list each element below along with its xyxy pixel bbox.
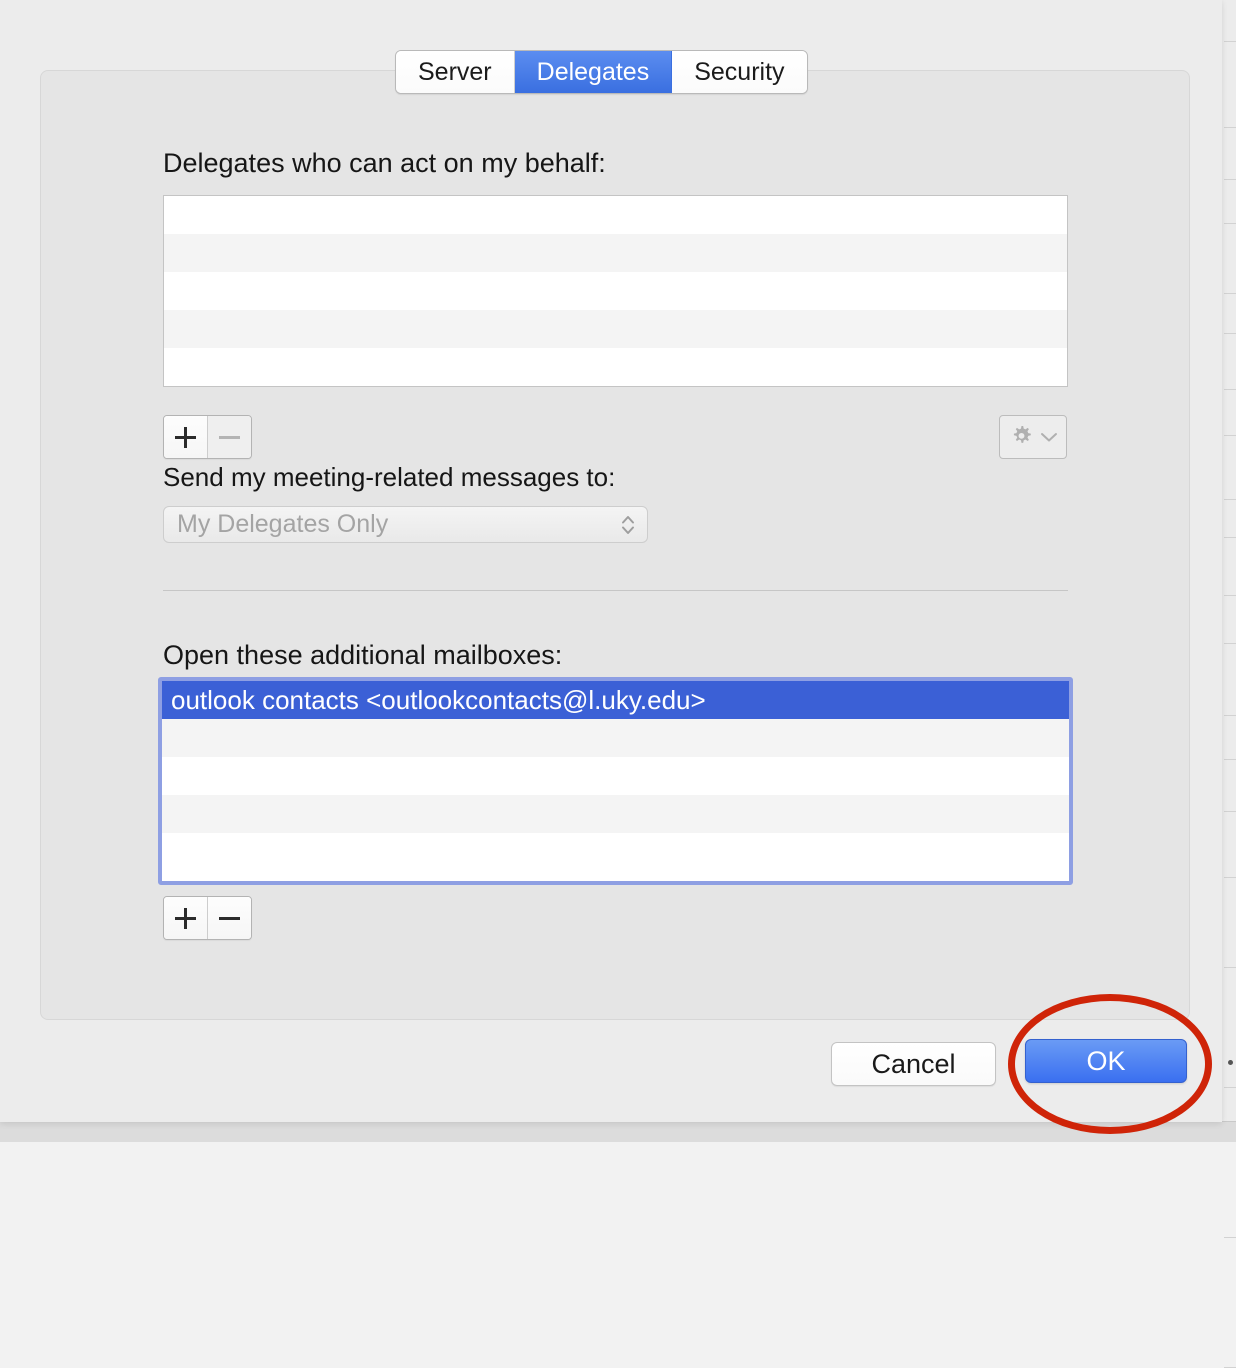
list-item[interactable] [164,272,1067,310]
remove-delegate-button[interactable] [208,416,251,458]
background-row [1224,180,1236,224]
background-row [1224,1088,1236,1238]
list-item[interactable] [162,795,1069,833]
gear-icon [1013,425,1031,443]
mailboxes-list-label: Open these additional mailboxes: [163,640,563,670]
background-marker-dot [1228,1060,1233,1065]
add-mailbox-button[interactable] [164,897,208,939]
background-row [1224,224,1236,294]
list-item[interactable]: outlook contacts <outlookcontacts@l.uky.… [162,681,1069,719]
section-divider [163,590,1068,591]
tab-server[interactable]: Server [396,51,515,93]
background-row [1224,390,1236,436]
background-row [1224,128,1236,180]
background-row [1224,42,1236,128]
background-row [1224,760,1236,812]
list-item[interactable] [162,757,1069,795]
background-row [1224,334,1236,390]
background-row [1224,294,1236,334]
delegates-list-label: Delegates who can act on my behalf: [163,148,606,178]
background-row [1224,500,1236,538]
background-row [1224,0,1236,42]
mailboxes-add-remove-group [163,896,252,940]
tab-delegates[interactable]: Delegates [514,51,673,93]
remove-mailbox-button[interactable] [208,897,251,939]
background-row [1224,596,1236,644]
plus-icon [184,426,187,448]
list-item[interactable] [164,348,1067,386]
list-item[interactable] [164,310,1067,348]
list-item[interactable] [164,196,1067,234]
list-item[interactable] [162,719,1069,757]
background-row [1224,1238,1236,1368]
tab-bar: Server Delegates Security [395,50,808,94]
mailboxes-list-focus-ring: outlook contacts <outlookcontacts@l.uky.… [158,677,1073,885]
background-row [1224,716,1236,760]
list-item[interactable] [164,234,1067,272]
background-right-row-list [1224,0,1236,1368]
background-row [1224,436,1236,500]
plus-icon [184,907,187,929]
delegate-options-gear-button[interactable] [999,415,1067,459]
cancel-button[interactable]: Cancel [831,1042,996,1086]
background-bottom-strip [0,1121,1236,1142]
chevron-down-icon [1040,433,1057,442]
background-row [1224,812,1236,878]
background-row [1224,968,1236,1088]
ok-button[interactable]: OK [1025,1039,1187,1083]
background-row [1224,878,1236,968]
send-to-label: Send my meeting-related messages to: [163,462,616,492]
minus-icon [219,435,240,439]
background-row [1224,538,1236,596]
delegates-add-remove-group [163,415,252,459]
background-row [1224,644,1236,716]
add-delegate-button[interactable] [164,416,208,458]
send-to-selected-value: My Delegates Only [177,510,389,538]
tab-security[interactable]: Security [672,51,807,93]
list-item[interactable] [162,833,1069,871]
send-to-select[interactable]: My Delegates Only [163,506,648,543]
delegates-list[interactable] [163,195,1068,387]
account-settings-dialog: Server Delegates Security Delegates who … [0,0,1222,1122]
minus-icon [219,916,240,920]
mailboxes-list[interactable]: outlook contacts <outlookcontacts@l.uky.… [162,681,1069,881]
up-down-chevron-icon [620,513,636,537]
